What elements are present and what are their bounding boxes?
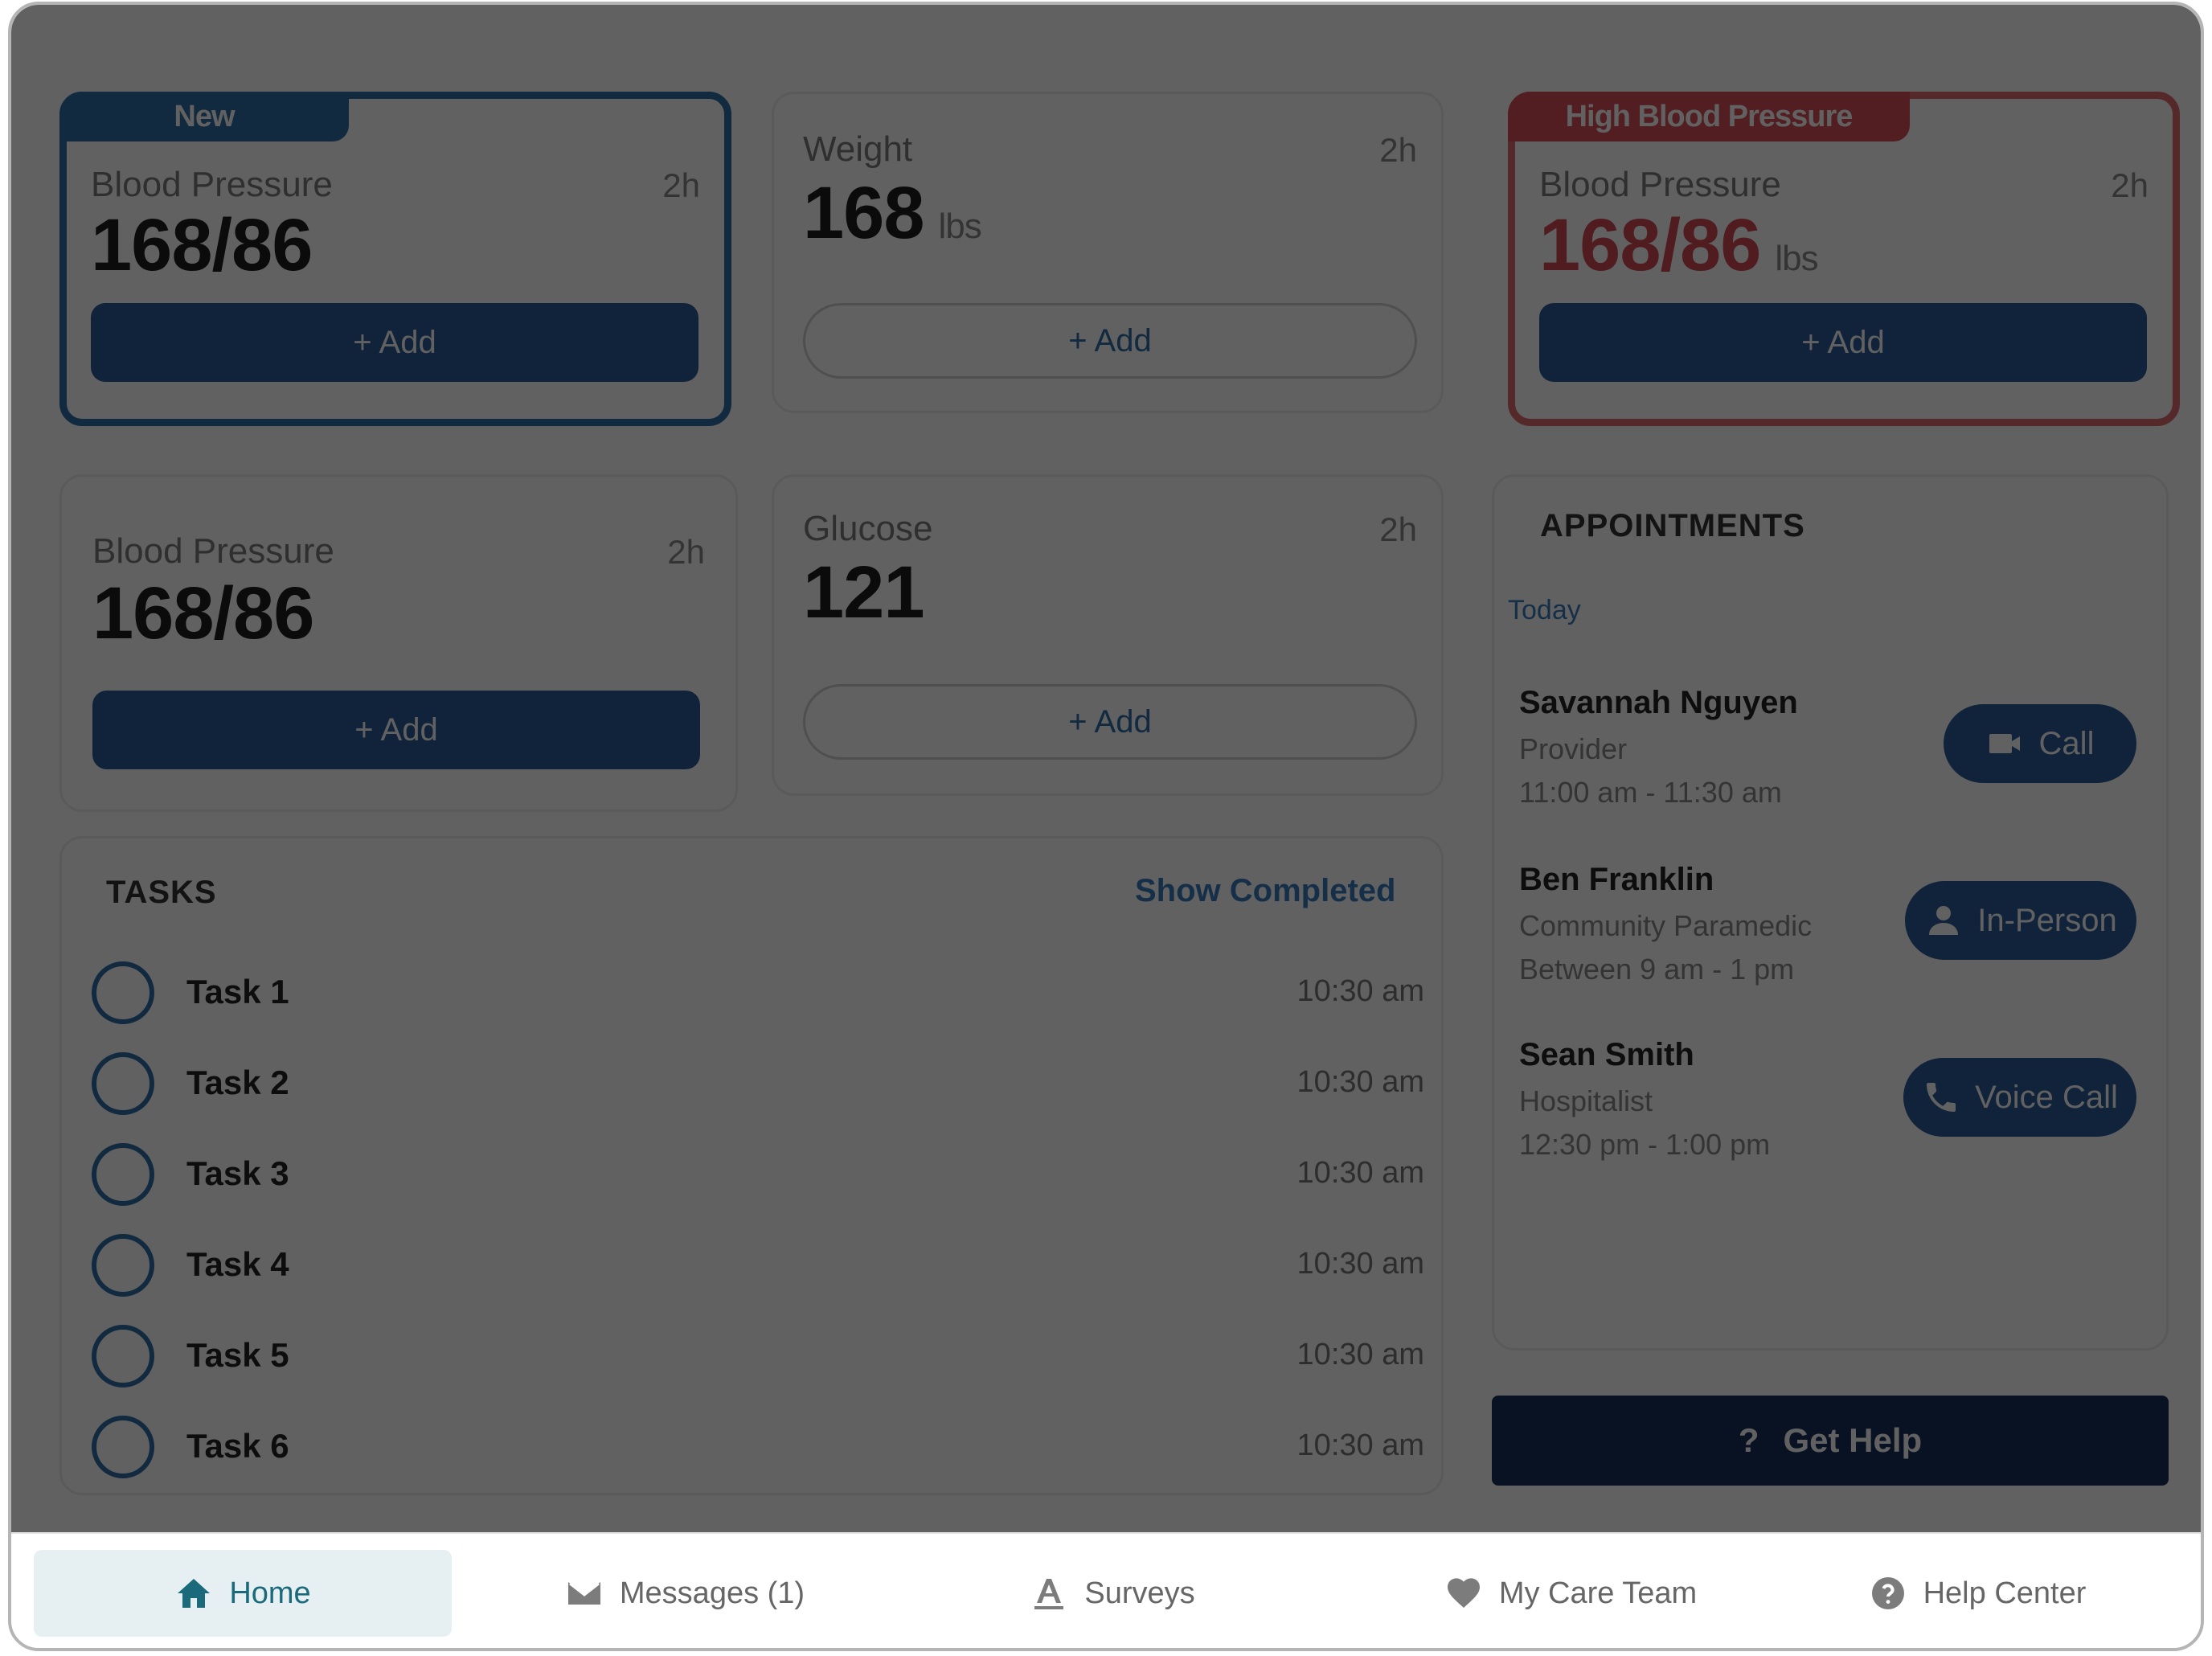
metric-card-glucose: Glucose 2h 121 + Add	[772, 474, 1444, 796]
phone-icon	[1927, 1083, 1956, 1112]
tab-messages[interactable]: Messages (1)	[484, 1550, 886, 1637]
metric-card-weight: Weight 2h 168 lbs + Add	[772, 92, 1444, 413]
metric-time: 2h	[1379, 510, 1417, 548]
metric-label: Blood Pressure	[92, 531, 334, 571]
in-person-button[interactable]: In-Person	[1905, 881, 2136, 960]
task-item[interactable]: Task 3 10:30 am	[92, 1143, 1424, 1207]
show-completed-link[interactable]: Show Completed	[1135, 873, 1395, 909]
survey-icon	[1034, 1579, 1064, 1609]
home-icon	[178, 1579, 211, 1608]
tab-label: Home	[229, 1576, 311, 1610]
metric-value: 168/86	[91, 204, 313, 286]
task-checkbox[interactable]	[92, 1234, 154, 1297]
call-button[interactable]: Call	[1944, 704, 2136, 783]
tab-my-care-team[interactable]: My Care Team	[1370, 1550, 1772, 1637]
add-reading-button[interactable]: + Add	[92, 691, 700, 769]
in-person-button-label: In-Person	[1977, 902, 2117, 938]
question-circle-icon	[1871, 1577, 1904, 1609]
task-checkbox[interactable]	[92, 1325, 154, 1388]
task-item[interactable]: Task 1 10:30 am	[92, 961, 1424, 1026]
metric-label: Weight	[803, 129, 913, 169]
task-name: Task 3	[186, 1154, 289, 1192]
metric-card-blood-pressure-alert: High Blood Pressure Blood Pressure 2h 16…	[1508, 92, 2180, 426]
new-badge: New	[59, 92, 349, 141]
add-reading-button[interactable]: + Add	[1539, 303, 2147, 382]
task-time: 10:30 am	[1296, 974, 1424, 1008]
metric-label: Glucose	[803, 509, 933, 548]
bottom-tab-bar: Home Messages (1) Surveys My Care Team H…	[11, 1532, 2201, 1648]
heart-icon	[1447, 1578, 1480, 1608]
get-help-button[interactable]: ? Get Help	[1492, 1396, 2169, 1486]
metric-value: 121	[803, 551, 924, 633]
add-reading-button[interactable]: + Add	[803, 303, 1417, 379]
metric-label: Blood Pressure	[91, 165, 333, 204]
tasks-title: TASKS	[106, 875, 217, 910]
task-time: 10:30 am	[1296, 1338, 1424, 1371]
metric-unit: lbs	[938, 207, 982, 246]
task-name: Task 4	[186, 1245, 289, 1283]
person-icon	[1929, 906, 1959, 935]
task-checkbox[interactable]	[92, 1052, 154, 1115]
metric-value: 168/86 lbs	[1539, 204, 1819, 286]
metric-unit: lbs	[1775, 239, 1818, 278]
metric-value: 168/86	[92, 572, 314, 654]
appointments-day: Today	[1508, 595, 1581, 625]
task-time: 10:30 am	[1296, 1247, 1424, 1281]
task-item[interactable]: Task 2 10:30 am	[92, 1052, 1424, 1117]
task-item[interactable]: Task 5 10:30 am	[92, 1325, 1424, 1389]
tab-help-center[interactable]: Help Center	[1776, 1550, 2178, 1637]
add-reading-button[interactable]: + Add	[91, 303, 698, 382]
voice-call-button-label: Voice Call	[1975, 1079, 2118, 1115]
voice-call-button[interactable]: Voice Call	[1903, 1058, 2136, 1137]
app-window: New Blood Pressure 2h 168/86 + Add Weigh…	[8, 2, 2204, 1651]
tab-label: Surveys	[1084, 1576, 1195, 1610]
task-time: 10:30 am	[1296, 1156, 1424, 1190]
tab-surveys[interactable]: Surveys	[911, 1550, 1313, 1637]
metric-label: Blood Pressure	[1539, 165, 1781, 204]
appointments-title: APPOINTMENTS	[1540, 508, 1805, 543]
envelope-icon	[567, 1582, 600, 1605]
video-icon	[1989, 734, 2020, 753]
tab-label: My Care Team	[1498, 1576, 1698, 1610]
question-icon: ?	[1738, 1421, 1759, 1459]
get-help-label: Get Help	[1783, 1421, 1923, 1459]
task-name: Task 5	[186, 1336, 289, 1374]
tab-home[interactable]: Home	[34, 1550, 452, 1637]
tab-label: Messages (1)	[619, 1576, 805, 1610]
metric-time: 2h	[1379, 131, 1417, 169]
task-name: Task 1	[186, 973, 289, 1010]
task-time: 10:30 am	[1296, 1065, 1424, 1099]
metric-value: 168 lbs	[803, 172, 982, 254]
task-name: Task 6	[186, 1427, 289, 1465]
add-reading-button[interactable]: + Add	[803, 684, 1417, 760]
metric-card-blood-pressure-new: New Blood Pressure 2h 168/86 + Add	[59, 92, 731, 426]
metric-card-blood-pressure: Blood Pressure 2h 168/86 + Add	[59, 474, 738, 812]
tab-label: Help Center	[1923, 1576, 2087, 1610]
task-checkbox[interactable]	[92, 1416, 154, 1478]
task-checkbox[interactable]	[92, 961, 154, 1024]
metric-time: 2h	[667, 533, 705, 571]
task-time: 10:30 am	[1296, 1429, 1424, 1462]
task-item[interactable]: Task 6 10:30 am	[92, 1416, 1424, 1480]
task-name: Task 2	[186, 1064, 289, 1101]
high-blood-pressure-badge: High Blood Pressure	[1508, 92, 1910, 141]
metric-time: 2h	[662, 166, 700, 204]
dashboard-content: New Blood Pressure 2h 168/86 + Add Weigh…	[11, 5, 2201, 1532]
call-button-label: Call	[2038, 725, 2095, 761]
task-checkbox[interactable]	[92, 1143, 154, 1206]
metric-time: 2h	[2111, 166, 2149, 204]
task-item[interactable]: Task 4 10:30 am	[92, 1234, 1424, 1298]
